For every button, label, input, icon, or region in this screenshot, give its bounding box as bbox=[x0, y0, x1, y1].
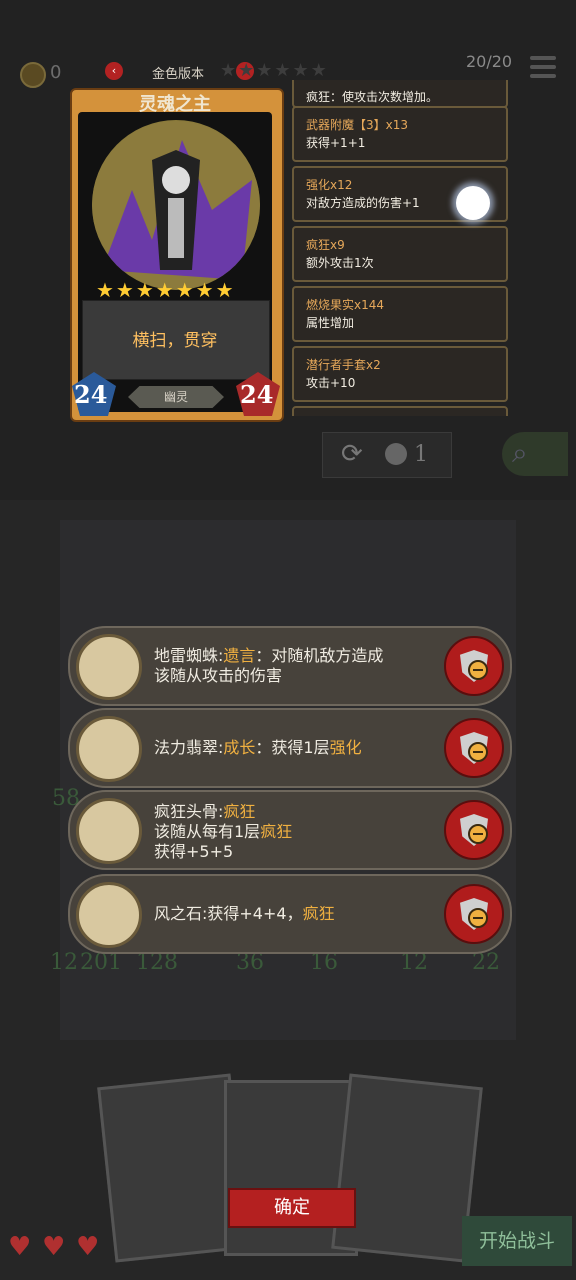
menu-icon[interactable] bbox=[530, 56, 556, 82]
minus-icon bbox=[468, 660, 488, 680]
minus-icon bbox=[468, 742, 488, 762]
relic-row: 法力翡翠:成长：获得1层强化 bbox=[68, 708, 512, 788]
search-icon: ⌕ bbox=[512, 436, 528, 469]
minus-icon bbox=[468, 824, 488, 844]
refresh-button[interactable]: ⟳ bbox=[322, 432, 452, 478]
wind-stone-icon bbox=[76, 882, 142, 948]
relic-name: 风之石:获得+4+4， bbox=[154, 904, 303, 923]
effect-item[interactable]: 疯狂：使攻击次数增加。 bbox=[292, 80, 508, 108]
card-counter: 20/20 bbox=[466, 52, 513, 71]
relic-tag: 强化 bbox=[329, 738, 362, 757]
relic-name: 法力翡翠: bbox=[154, 738, 224, 757]
coin-value: 0 bbox=[50, 62, 62, 83]
confirm-button[interactable]: 确定 bbox=[228, 1188, 356, 1228]
relic-line2: 该随从每有1层 bbox=[154, 822, 261, 841]
remove-relic-button[interactable] bbox=[444, 718, 504, 778]
version-stars: ★★★★★★ bbox=[220, 60, 329, 81]
remove-relic-button[interactable] bbox=[444, 800, 504, 860]
relic-line3: 获得+5+5 bbox=[154, 842, 234, 861]
relic-tag: 成长 bbox=[223, 738, 256, 757]
search-button[interactable]: ⌕ bbox=[502, 432, 568, 476]
remove-relic-button[interactable] bbox=[444, 636, 504, 696]
heart-icon: ♥ bbox=[42, 1232, 66, 1262]
coin-icon bbox=[385, 443, 407, 465]
skull-icon bbox=[76, 798, 142, 864]
emerald-icon bbox=[76, 716, 142, 782]
card-name: 灵魂之主 bbox=[139, 94, 211, 115]
relic-name: 地雷蜘蛛: bbox=[154, 646, 224, 665]
card-type: 幽灵 bbox=[163, 390, 188, 404]
spider-icon bbox=[76, 634, 142, 700]
relic-name: 疯狂头骨: bbox=[154, 802, 224, 821]
coin-icon bbox=[20, 62, 46, 88]
hand-card[interactable] bbox=[331, 1073, 483, 1263]
effect-item[interactable]: 潜行者手套x2 攻击+10 bbox=[292, 346, 508, 402]
card-stars: ★★★★★★★ bbox=[96, 278, 236, 302]
relic-row: 风之石:获得+4+4，疯狂 bbox=[68, 874, 512, 954]
effect-item[interactable]: 武器附魔【3】x13 获得+1+1 bbox=[292, 106, 508, 162]
remove-relic-button[interactable] bbox=[444, 884, 504, 944]
relic-text: ：获得1层 bbox=[255, 738, 330, 757]
relic-tag: 疯狂 bbox=[223, 802, 256, 821]
refresh-icon: ⟳ bbox=[341, 439, 363, 469]
relic-text: ：对随机敌方造成 bbox=[255, 646, 384, 665]
attack-value: 24 bbox=[74, 380, 108, 409]
card-description: 横扫，贯穿 bbox=[132, 331, 218, 351]
effect-item[interactable]: 燃烧果实x144 属性增加 bbox=[292, 286, 508, 342]
minus-icon bbox=[468, 908, 488, 928]
effect-list[interactable]: 疯狂：使攻击次数增加。 武器附魔【3】x13 获得+1+1 强化x12 对敌方造… bbox=[290, 80, 508, 416]
card-portrait bbox=[92, 120, 260, 290]
relic-tag: 疯狂 bbox=[260, 822, 293, 841]
relic-row: 疯狂头骨:疯狂 该随从每有1层疯狂 获得+5+5 bbox=[68, 790, 512, 870]
effect-item[interactable] bbox=[292, 406, 508, 416]
effect-item[interactable]: 疯狂x9 额外攻击1次 bbox=[292, 226, 508, 282]
refresh-cost: 1 bbox=[414, 442, 428, 467]
relic-tag: 疯狂 bbox=[302, 904, 335, 923]
board-number: 12 bbox=[50, 950, 78, 975]
version-label: 金色版本 bbox=[152, 67, 205, 82]
start-battle-button[interactable]: 开始战斗 bbox=[462, 1216, 572, 1266]
heart-icon: ♥ bbox=[8, 1232, 32, 1262]
relic-tag: 遗言 bbox=[223, 646, 256, 665]
health-value: 24 bbox=[240, 380, 274, 409]
prev-version-button[interactable]: ‹ bbox=[105, 62, 123, 80]
relic-row: 地雷蜘蛛:遗言：对随机敌方造成 该随从攻击的伤害 bbox=[68, 626, 512, 706]
relic-line2: 该随从攻击的伤害 bbox=[154, 666, 283, 685]
heart-icon: ♥ bbox=[76, 1232, 100, 1262]
touch-indicator bbox=[456, 186, 490, 220]
